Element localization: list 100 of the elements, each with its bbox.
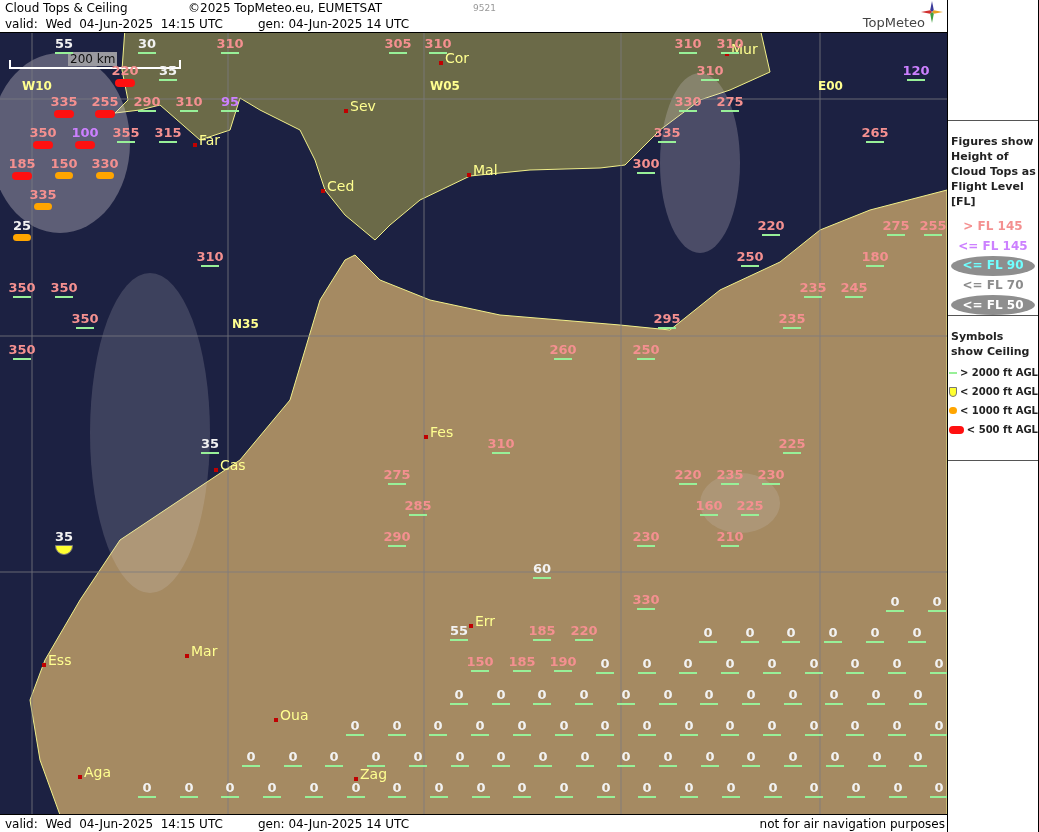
cloud-top-value: 295 <box>653 312 681 326</box>
cloud-top-value: 100 <box>71 126 99 140</box>
city-marker <box>42 663 46 667</box>
legend-item: > 2000 ft AGL <box>959 367 1038 378</box>
cloud-top-value: 180 <box>861 250 889 264</box>
cloud-top-value: 30 <box>137 37 157 51</box>
cloud-top-value: 0 <box>496 750 506 764</box>
city-marker <box>354 777 358 781</box>
city-marker <box>193 143 197 147</box>
grid-label: W10 <box>22 79 52 93</box>
cloud-top-value: 0 <box>455 750 465 764</box>
cloud-top-value: 185 <box>8 157 36 171</box>
legend-item: < 1000 ft AGL <box>959 405 1038 416</box>
cloud-top-value: 250 <box>736 250 764 264</box>
cloud-top-value: 335 <box>29 188 57 202</box>
ceiling-symbol <box>115 79 135 87</box>
ceiling-symbol <box>54 110 74 118</box>
cloud-top-value: 0 <box>475 719 485 733</box>
city-marker <box>469 624 473 628</box>
ceiling-symbol <box>34 203 52 210</box>
city-label: Mal <box>473 163 498 177</box>
cloud-top-value: 0 <box>142 781 152 795</box>
cloud-top-value: 0 <box>745 626 755 640</box>
cloud-top-value: 0 <box>496 688 506 702</box>
cloud-top-value: 0 <box>726 781 736 795</box>
cloud-top-value: 0 <box>184 781 194 795</box>
cloud-top-value: 0 <box>559 781 569 795</box>
cloud-top-value: 0 <box>850 657 860 671</box>
ceiling-symbol <box>949 425 964 434</box>
cloud-top-value: 0 <box>683 657 693 671</box>
cloud-top-value: 350 <box>8 281 36 295</box>
cloud-top-value: 275 <box>383 468 411 482</box>
cloud-top-value: 0 <box>932 595 942 609</box>
cloud-top-value: 310 <box>674 37 702 51</box>
cloud-top-value: 0 <box>434 781 444 795</box>
cloud-top-value: 0 <box>621 688 631 702</box>
cloud-top-value: 35 <box>200 437 220 451</box>
cloud-top-value: 0 <box>788 750 798 764</box>
cloud-top-value: 220 <box>674 468 702 482</box>
cloud-top-value: 310 <box>487 437 515 451</box>
cloud-top-value: 0 <box>892 719 902 733</box>
city-marker <box>424 435 428 439</box>
cloud-top-value: 0 <box>288 750 298 764</box>
cloud-top-value: 0 <box>850 719 860 733</box>
ceiling-symbol <box>33 141 53 149</box>
cloud-top-value: 0 <box>725 657 735 671</box>
ceiling-symbol <box>949 386 957 397</box>
cloud-top-value: 0 <box>579 688 589 702</box>
city-label: Zag <box>360 767 388 781</box>
cloud-top-value: 0 <box>538 750 548 764</box>
cloud-top-value: 0 <box>934 781 944 795</box>
cloud-top-value: 0 <box>600 719 610 733</box>
cloud-top-value: 265 <box>861 126 889 140</box>
cloud-top-value: 0 <box>912 626 922 640</box>
cloud-top-value: 0 <box>746 688 756 702</box>
cloud-top-value: 0 <box>705 750 715 764</box>
cloud-top-value: 310 <box>196 250 224 264</box>
cloud-top-value: 330 <box>674 95 702 109</box>
cloud-top-value: 230 <box>757 468 785 482</box>
cloud-top-value: 260 <box>549 343 577 357</box>
image-code: 9521 <box>473 3 496 13</box>
cloud-top-value: 0 <box>392 719 402 733</box>
cloud-top-value: 0 <box>267 781 277 795</box>
cloud-top-value: 220 <box>570 624 598 638</box>
chart-title: Cloud Tops & Ceiling <box>5 1 129 15</box>
ceiling-symbol <box>949 371 957 374</box>
cloud-top-value: 310 <box>696 64 724 78</box>
cloud-top-value: 0 <box>830 750 840 764</box>
ceiling-symbol <box>13 234 31 241</box>
cloud-top-value: 95 <box>220 95 240 109</box>
logo-text[interactable]: TopMeteo <box>862 15 925 30</box>
cloud-top-value: 235 <box>716 468 744 482</box>
cloud-top-value: 25 <box>12 219 32 233</box>
cloud-top-value: 0 <box>537 688 547 702</box>
cloud-top-value: 305 <box>384 37 412 51</box>
cloud-top-value: 150 <box>466 655 494 669</box>
cloud-top-value: 0 <box>413 750 423 764</box>
cloud-top-value: 330 <box>632 593 660 607</box>
cloud-top-value: 0 <box>870 626 880 640</box>
cloud-top-value: 0 <box>350 719 360 733</box>
city-marker <box>439 61 443 65</box>
cloud-top-value: 0 <box>893 781 903 795</box>
legend-item: <= FL 90 <box>962 259 1024 273</box>
cloud-top-value: 350 <box>71 312 99 326</box>
grid-label: W05 <box>430 79 460 93</box>
cloud-top-value: 335 <box>50 95 78 109</box>
cloud-top-value: 0 <box>309 781 319 795</box>
city-marker <box>321 189 325 193</box>
cloud-top-value: 150 <box>50 157 78 171</box>
cloud-top-value: 330 <box>91 157 119 171</box>
cloud-top-value: 350 <box>50 281 78 295</box>
cloud-top-value: 225 <box>736 499 764 513</box>
cloud-top-value: 0 <box>580 750 590 764</box>
cloud-top-value: 315 <box>154 126 182 140</box>
cloud-top-value: 250 <box>632 343 660 357</box>
cloud-top-value: 275 <box>882 219 910 233</box>
cloud-top-value: 0 <box>892 657 902 671</box>
cloud-top-value: 0 <box>351 781 361 795</box>
cloud-top-value: 235 <box>799 281 827 295</box>
cloud-top-value: 0 <box>517 781 527 795</box>
